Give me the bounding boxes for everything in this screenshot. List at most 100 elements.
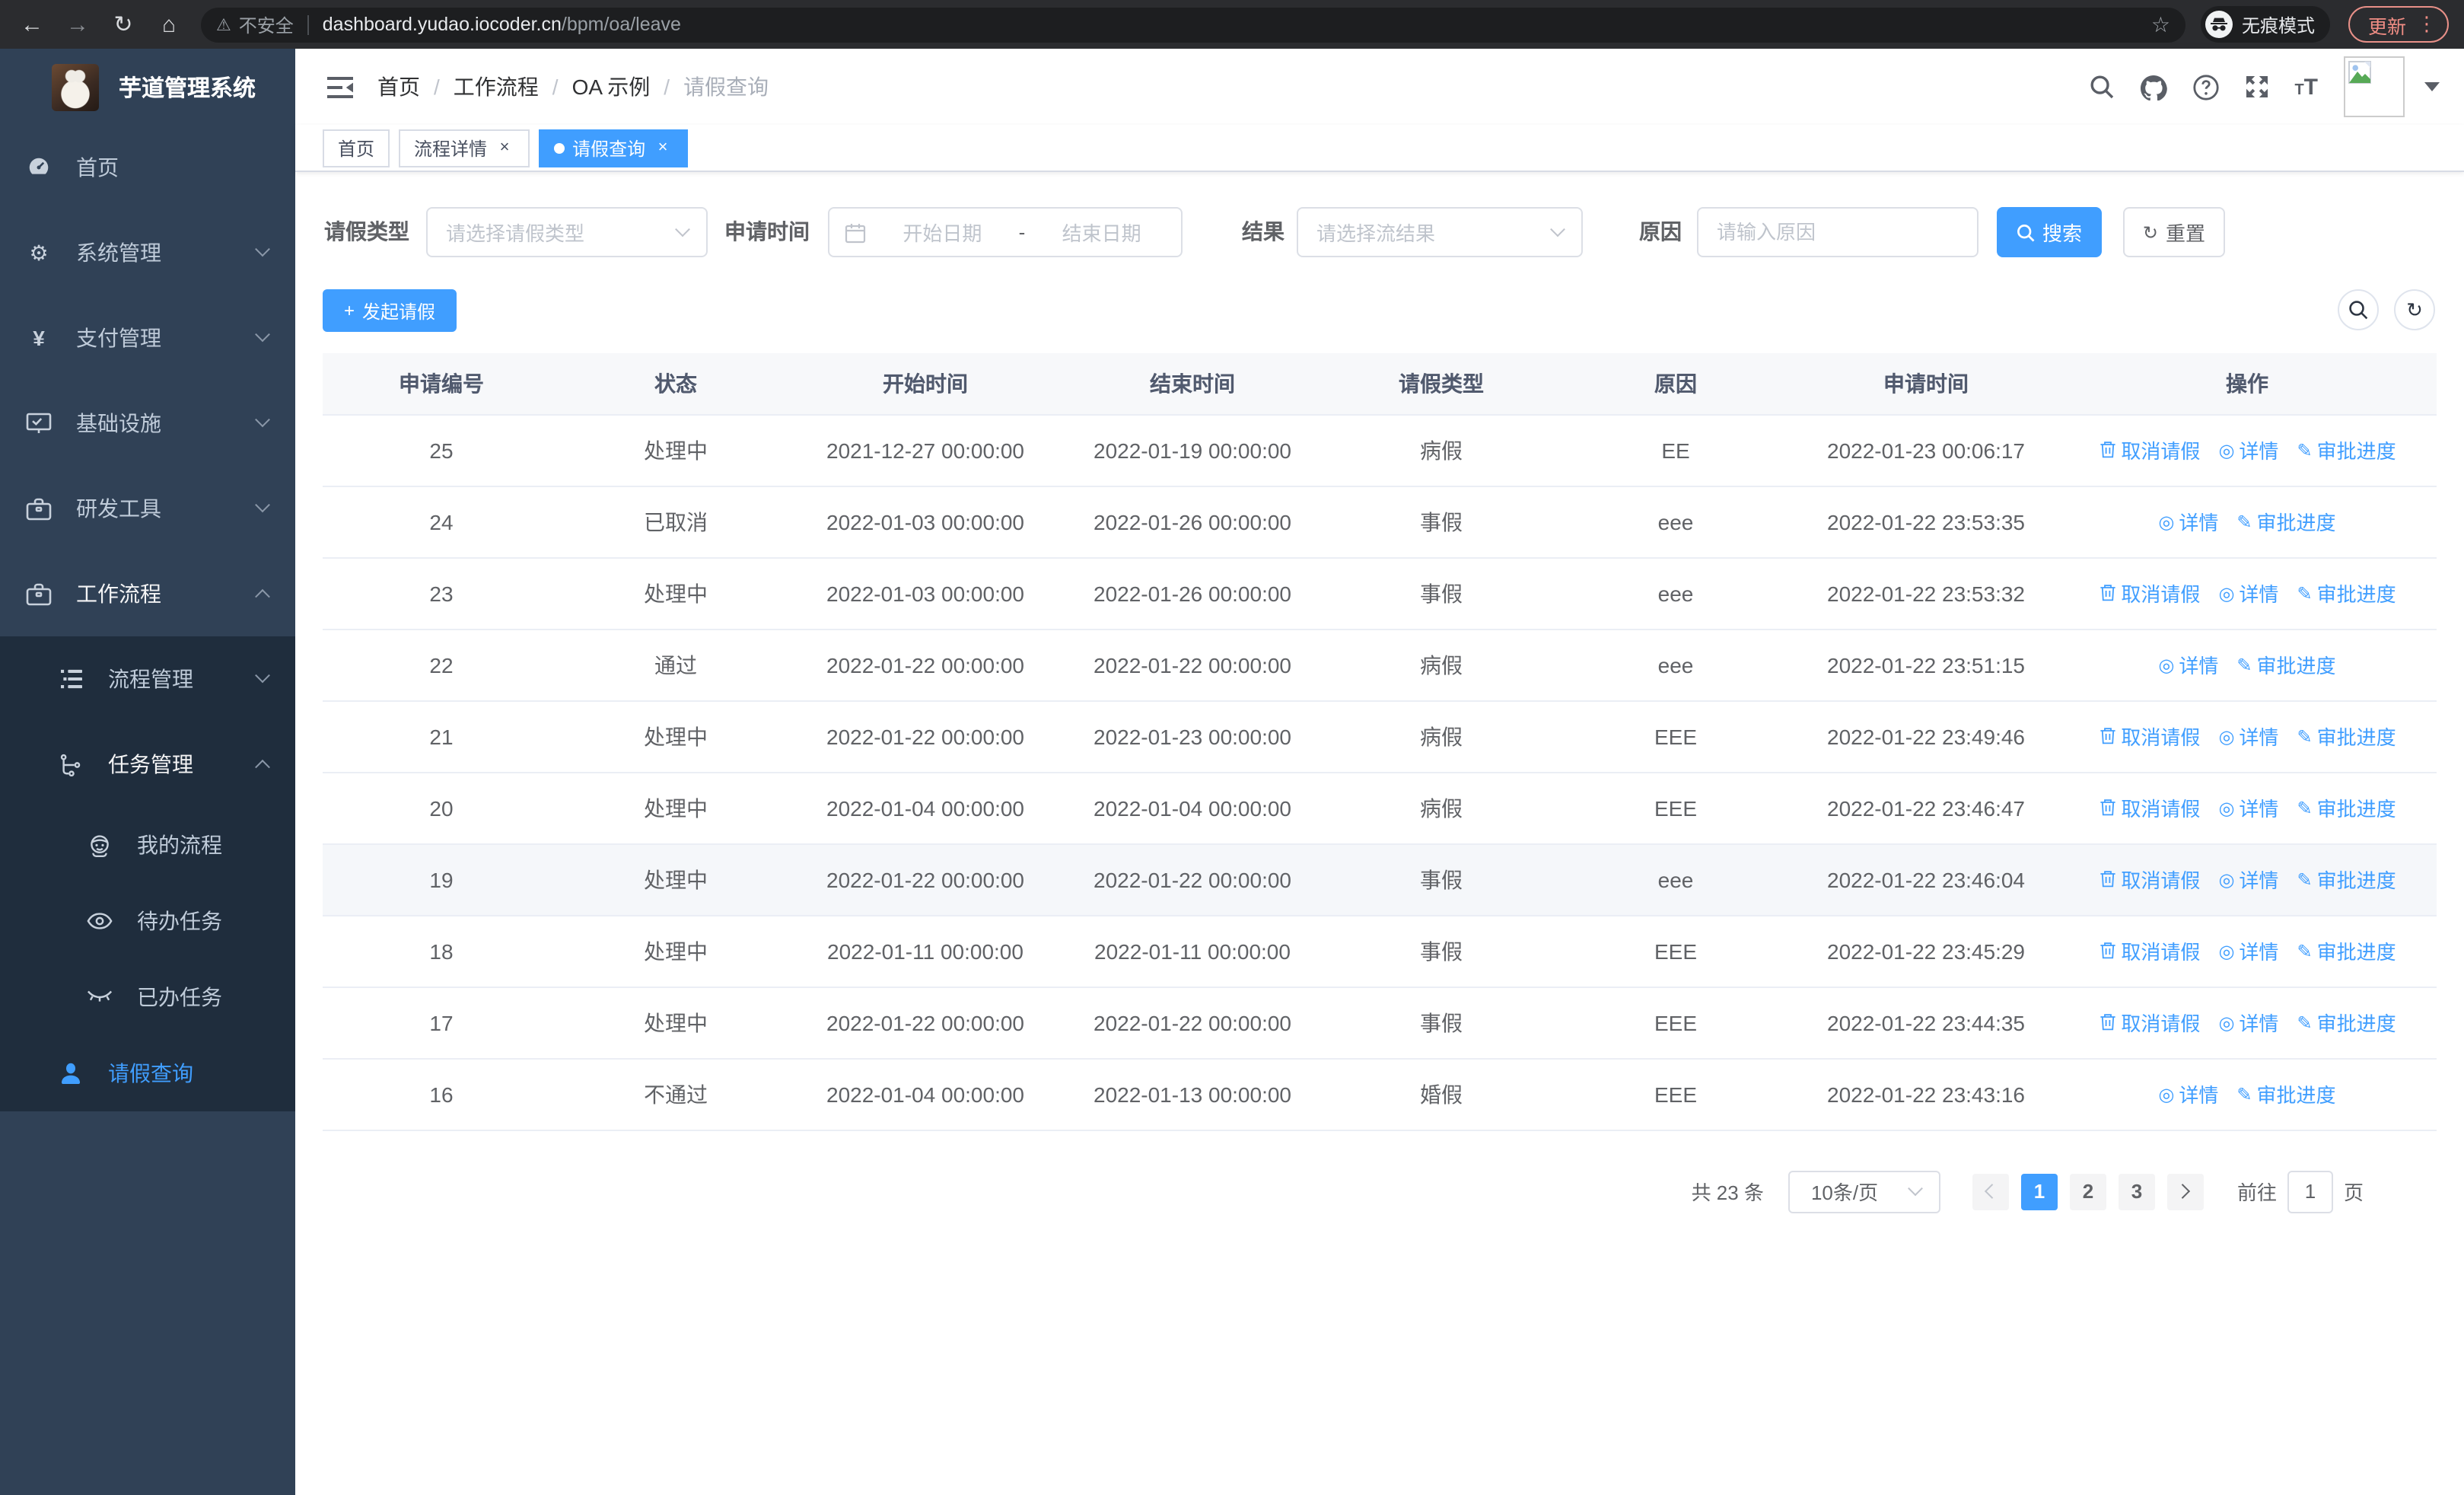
reset-button[interactable]: ↻ 重置 — [2123, 207, 2225, 257]
tab-leave-query[interactable]: 请假查询 — [539, 129, 689, 167]
cell-leave-type: 病假 — [1326, 700, 1557, 773]
action-label: 审批进度 — [2316, 1012, 2396, 1035]
page-button-1[interactable]: 1 — [2020, 1173, 2058, 1210]
sidebar-item-dev-tools[interactable]: 研发工具 — [0, 466, 295, 551]
back-icon[interactable]: ← — [9, 11, 55, 37]
avatar-dropdown-caret[interactable] — [2424, 82, 2440, 91]
table-row: 24 已取消 2022-01-03 00:00:00 2022-01-26 00… — [323, 486, 2437, 558]
cancel-leave-link[interactable]: 取消请假 — [2098, 793, 2200, 822]
detail-link[interactable]: ◎ 详情 — [2158, 507, 2218, 536]
breadcrumb-home[interactable]: 首页 — [377, 72, 420, 102]
sidebar-item-process-management[interactable]: 流程管理 — [0, 636, 295, 722]
sidebar-item-leave-query[interactable]: 请假查询 — [0, 1035, 295, 1111]
sidebar-item-home[interactable]: 首页 — [0, 125, 295, 210]
sidebar-item-todo-tasks[interactable]: 待办任务 — [0, 883, 295, 959]
sidebar-item-workflow[interactable]: 工作流程 — [0, 551, 295, 636]
sidebar-item-system[interactable]: ⚙ 系统管理 — [0, 210, 295, 295]
result-select[interactable]: 请选择流结果 — [1297, 207, 1583, 257]
prev-page-button[interactable] — [1972, 1173, 2009, 1210]
browser-update-button[interactable]: 更新 ⋮ — [2348, 6, 2449, 43]
cell-end-time: 2022-01-13 00:00:00 — [1059, 1058, 1326, 1130]
forward-icon[interactable]: → — [55, 11, 100, 37]
detail-link[interactable]: ◎ 详情 — [2218, 865, 2278, 894]
cancel-leave-link[interactable]: 取消请假 — [2098, 435, 2200, 464]
sidebar-item-task-management[interactable]: 任务管理 — [0, 722, 295, 807]
leave-type-select[interactable]: 请选择请假类型 — [426, 207, 708, 257]
reload-icon[interactable]: ↻ — [100, 11, 146, 38]
action-label: 详情 — [2239, 1012, 2279, 1035]
trash-icon — [2098, 726, 2116, 746]
bookmark-star-icon[interactable]: ☆ — [2151, 11, 2170, 37]
detail-link[interactable]: ◎ 详情 — [2218, 435, 2278, 464]
approval-progress-link[interactable]: ✎ 审批进度 — [2236, 1079, 2335, 1108]
sidebar-item-infrastructure[interactable]: 基础设施 — [0, 381, 295, 466]
reason-input[interactable] — [1698, 209, 1977, 256]
cancel-leave-link[interactable]: 取消请假 — [2098, 1008, 2200, 1037]
breadcrumb-workflow[interactable]: 工作流程 — [454, 72, 539, 102]
approval-progress-link[interactable]: ✎ 审批进度 — [2297, 722, 2396, 751]
cancel-leave-link[interactable]: 取消请假 — [2098, 579, 2200, 607]
search-button[interactable]: 搜索 — [1997, 207, 2102, 257]
page-size-select[interactable]: 10条/页 — [1788, 1170, 1940, 1213]
page-button-3[interactable]: 3 — [2118, 1173, 2155, 1210]
address-bar[interactable]: ⚠ 不安全 dashboard.yudao.iocoder.cn/bpm/oa/… — [201, 7, 2185, 42]
github-icon[interactable] — [2139, 74, 2167, 100]
chevron-down-icon — [255, 411, 270, 427]
refresh-table-button[interactable]: ↻ — [2394, 289, 2435, 330]
sidebar-collapse-icon[interactable] — [327, 75, 353, 98]
cell-status: 通过 — [560, 629, 791, 701]
detail-link[interactable]: ◎ 详情 — [2218, 579, 2278, 607]
avatar[interactable] — [2344, 56, 2405, 117]
next-page-button[interactable] — [2166, 1173, 2204, 1210]
cell-reason: eee — [1557, 629, 1794, 701]
apply-time-range-picker[interactable]: 开始日期 - 结束日期 — [828, 207, 1183, 257]
close-icon[interactable] — [653, 138, 673, 158]
close-icon[interactable] — [495, 138, 514, 158]
cancel-leave-link[interactable]: 取消请假 — [2098, 936, 2200, 965]
fullscreen-icon[interactable] — [2244, 75, 2268, 99]
breadcrumb-oa-example[interactable]: OA 示例 — [572, 72, 651, 102]
cancel-leave-link[interactable]: 取消请假 — [2098, 865, 2200, 894]
detail-link[interactable]: ◎ 详情 — [2218, 1008, 2278, 1037]
detail-link[interactable]: ◎ 详情 — [2218, 722, 2278, 751]
detail-link[interactable]: ◎ 详情 — [2218, 793, 2278, 822]
sidebar-item-my-process[interactable]: 我的流程 — [0, 807, 295, 883]
detail-link[interactable]: ◎ 详情 — [2218, 936, 2278, 965]
sidebar-item-payment[interactable]: ¥ 支付管理 — [0, 295, 295, 381]
help-icon[interactable] — [2192, 74, 2219, 100]
menu-dots-icon[interactable]: ⋮ — [2417, 12, 2437, 37]
action-label: 审批进度 — [2316, 798, 2396, 821]
approval-progress-link[interactable]: ✎ 审批进度 — [2297, 435, 2396, 464]
cell-end-time: 2022-01-26 00:00:00 — [1059, 486, 1326, 558]
font-size-icon[interactable]: TT — [2294, 75, 2318, 98]
approval-progress-link[interactable]: ✎ 审批进度 — [2297, 793, 2396, 822]
search-icon[interactable] — [2089, 75, 2113, 99]
breadcrumb: 首页 / 工作流程 / OA 示例 / 请假查询 — [377, 72, 769, 102]
toggle-search-button[interactable] — [2338, 289, 2379, 330]
cell-status: 处理中 — [560, 557, 791, 630]
approval-progress-link[interactable]: ✎ 审批进度 — [2297, 579, 2396, 607]
goto-page-input[interactable] — [2287, 1170, 2333, 1213]
update-label: 更新 — [2367, 16, 2406, 37]
home-icon[interactable]: ⌂ — [146, 11, 192, 37]
approval-progress-link[interactable]: ✎ 审批进度 — [2297, 865, 2396, 894]
edit-icon: ✎ — [2236, 511, 2252, 532]
sidebar-item-done-tasks[interactable]: 已办任务 — [0, 959, 295, 1035]
create-leave-button[interactable]: + 发起请假 — [323, 289, 457, 332]
approval-progress-link[interactable]: ✎ 审批进度 — [2236, 650, 2335, 679]
detail-link[interactable]: ◎ 详情 — [2158, 650, 2218, 679]
cancel-leave-link[interactable]: 取消请假 — [2098, 722, 2200, 751]
edit-icon: ✎ — [2297, 439, 2313, 461]
approval-progress-link[interactable]: ✎ 审批进度 — [2236, 507, 2335, 536]
tab-home[interactable]: 首页 — [323, 129, 390, 167]
action-label: 详情 — [2179, 512, 2219, 534]
cell-start-time: 2022-01-22 00:00:00 — [791, 629, 1059, 701]
detail-link[interactable]: ◎ 详情 — [2158, 1079, 2218, 1108]
tab-process-detail[interactable]: 流程详情 — [399, 129, 530, 167]
page-button-2[interactable]: 2 — [2069, 1173, 2106, 1210]
table-row: 23 处理中 2022-01-03 00:00:00 2022-01-26 00… — [323, 557, 2437, 630]
approval-progress-link[interactable]: ✎ 审批进度 — [2297, 1008, 2396, 1037]
approval-progress-link[interactable]: ✎ 审批进度 — [2297, 936, 2396, 965]
action-label: 审批进度 — [2316, 583, 2396, 606]
leave-type-label: 请假类型 — [324, 219, 409, 244]
